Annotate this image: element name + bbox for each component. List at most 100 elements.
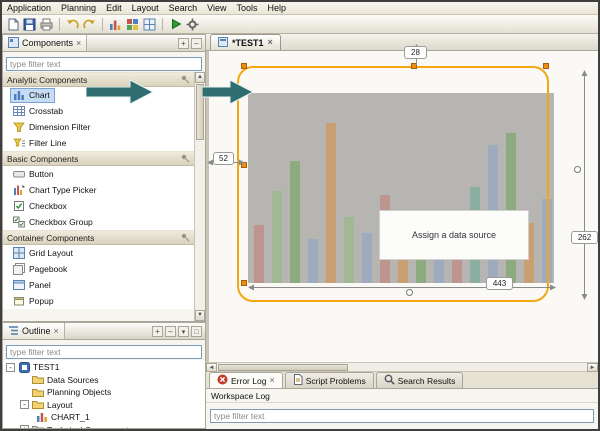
outline-view-icon bbox=[8, 325, 19, 338]
category-label: Basic Components bbox=[7, 154, 78, 164]
component-item-crosstab[interactable]: Crosstab bbox=[3, 103, 194, 119]
components-panel: Components Analytic Components Chart bbox=[2, 34, 206, 322]
tab-search-results[interactable]: Search Results bbox=[376, 372, 464, 388]
tab-label: Search Results bbox=[398, 376, 456, 386]
scroll-left-icon[interactable] bbox=[206, 363, 217, 372]
application-window: Application Planning Edit Layout Search … bbox=[0, 0, 600, 431]
selection-handle[interactable] bbox=[543, 63, 549, 69]
scroll-right-icon[interactable] bbox=[587, 363, 598, 372]
component-item-checkbox-group[interactable]: Checkbox Group bbox=[3, 214, 194, 230]
error-log-filter-input[interactable] bbox=[210, 409, 594, 423]
tab-error-log[interactable]: Error Log bbox=[209, 372, 283, 388]
editor-tab-icon bbox=[218, 37, 228, 49]
maximize-view-icon[interactable] bbox=[191, 326, 202, 337]
menu-planning[interactable]: Planning bbox=[56, 2, 101, 15]
print-icon[interactable] bbox=[39, 17, 54, 32]
gear-icon[interactable] bbox=[185, 17, 200, 32]
selection-outline bbox=[237, 66, 549, 302]
workspace-log-label: Workspace Log bbox=[206, 389, 598, 403]
component-item-label: Chart Type Picker bbox=[29, 185, 96, 195]
tab-script-problems[interactable]: Script Problems bbox=[285, 372, 374, 388]
tree-label: Planning Objects bbox=[47, 387, 111, 397]
popup-icon bbox=[12, 295, 25, 308]
width-value: 443 bbox=[486, 277, 513, 290]
component-item-panel[interactable]: Panel bbox=[3, 277, 194, 293]
component-item-button[interactable]: Button bbox=[3, 166, 194, 182]
category-basic-components[interactable]: Basic Components bbox=[3, 151, 194, 166]
scroll-down-icon[interactable] bbox=[195, 310, 205, 321]
checkbox-icon bbox=[12, 200, 25, 213]
pin-icon bbox=[181, 150, 190, 168]
error-log-filter-row bbox=[206, 403, 598, 429]
folder-icon bbox=[32, 374, 44, 386]
tree-label: Technical Components bbox=[47, 425, 133, 428]
scrollbar-thumb[interactable] bbox=[218, 364, 348, 371]
palette-icon[interactable] bbox=[125, 17, 140, 32]
outline-filter-input[interactable] bbox=[6, 345, 202, 359]
close-icon[interactable] bbox=[54, 327, 59, 336]
category-container-components[interactable]: Container Components bbox=[3, 230, 194, 245]
editor-horizontal-scrollbar[interactable] bbox=[206, 362, 598, 372]
close-icon[interactable] bbox=[76, 39, 81, 48]
component-item-grid-layout[interactable]: Grid Layout bbox=[3, 245, 194, 261]
menu-search[interactable]: Search bbox=[164, 2, 203, 15]
components-filter-input[interactable] bbox=[6, 57, 202, 71]
expand-expander-icon[interactable] bbox=[20, 425, 29, 428]
components-list: Analytic Components Chart Crosstab Dimen… bbox=[3, 72, 194, 321]
component-item-label: Grid Layout bbox=[29, 248, 73, 258]
collapse-all-icon[interactable] bbox=[165, 326, 176, 337]
grid-layout-icon bbox=[12, 247, 25, 260]
outline-node-chart-1[interactable]: CHART_1 bbox=[3, 411, 205, 424]
editor-tab-test1[interactable]: *TEST1 bbox=[210, 34, 281, 50]
undo-icon[interactable] bbox=[65, 17, 80, 32]
crosstab-icon bbox=[12, 105, 25, 118]
component-item-dimension-filter[interactable]: Dimension Filter bbox=[3, 119, 194, 135]
collapse-expander-icon[interactable] bbox=[20, 400, 29, 409]
folder-icon bbox=[32, 386, 44, 398]
view-menu-icon[interactable] bbox=[178, 326, 189, 337]
outline-node-planning-objects[interactable]: Planning Objects bbox=[3, 386, 205, 399]
selection-handle[interactable] bbox=[241, 63, 247, 69]
component-item-popup[interactable]: Popup bbox=[3, 293, 194, 309]
component-item-filter-line[interactable]: Filter Line bbox=[3, 135, 194, 151]
outline-node-layout[interactable]: Layout bbox=[3, 399, 205, 412]
outline-node-data-sources[interactable]: Data Sources bbox=[3, 374, 205, 387]
chart-icon bbox=[12, 89, 25, 102]
top-offset-value: 28 bbox=[404, 46, 427, 59]
new-file-icon[interactable] bbox=[5, 17, 20, 32]
menu-tools[interactable]: Tools bbox=[232, 2, 263, 15]
menu-application[interactable]: Application bbox=[2, 2, 56, 15]
grid-icon[interactable] bbox=[142, 17, 157, 32]
checkbox-group-icon bbox=[12, 216, 25, 229]
menu-help[interactable]: Help bbox=[263, 2, 292, 15]
close-icon[interactable] bbox=[269, 376, 274, 385]
component-item-pagebook[interactable]: Pagebook bbox=[3, 261, 194, 277]
component-item-label: Popup bbox=[29, 296, 54, 306]
components-scrollbar[interactable] bbox=[194, 72, 205, 321]
tree-label: CHART_1 bbox=[51, 412, 90, 422]
components-view-tab[interactable]: Components bbox=[3, 35, 87, 51]
component-item-label: Pagebook bbox=[29, 264, 67, 274]
outline-node-test1[interactable]: TEST1 bbox=[3, 361, 205, 374]
expand-all-icon[interactable] bbox=[152, 326, 163, 337]
collapse-expander-icon[interactable] bbox=[6, 363, 15, 372]
selection-handle[interactable] bbox=[241, 280, 247, 286]
height-dimension-line bbox=[580, 70, 589, 300]
component-item-label: Chart bbox=[29, 90, 50, 100]
maximize-view-icon[interactable] bbox=[191, 38, 202, 49]
outline-node-technical-components[interactable]: Technical Components bbox=[3, 424, 205, 429]
outline-view-tab[interactable]: Outline bbox=[3, 323, 65, 339]
redo-icon[interactable] bbox=[82, 17, 97, 32]
component-item-chart-type-picker[interactable]: Chart Type Picker bbox=[3, 182, 194, 198]
menu-view[interactable]: View bbox=[202, 2, 231, 15]
tree-label: TEST1 bbox=[33, 362, 59, 372]
menu-edit[interactable]: Edit bbox=[101, 2, 127, 15]
close-icon[interactable] bbox=[268, 38, 273, 47]
folder-icon bbox=[32, 399, 44, 411]
menu-layout[interactable]: Layout bbox=[127, 2, 164, 15]
run-icon[interactable] bbox=[168, 17, 183, 32]
save-icon[interactable] bbox=[22, 17, 37, 32]
chart-wizard-icon[interactable] bbox=[108, 17, 123, 32]
minimize-view-icon[interactable] bbox=[178, 38, 189, 49]
component-item-checkbox[interactable]: Checkbox bbox=[3, 198, 194, 214]
